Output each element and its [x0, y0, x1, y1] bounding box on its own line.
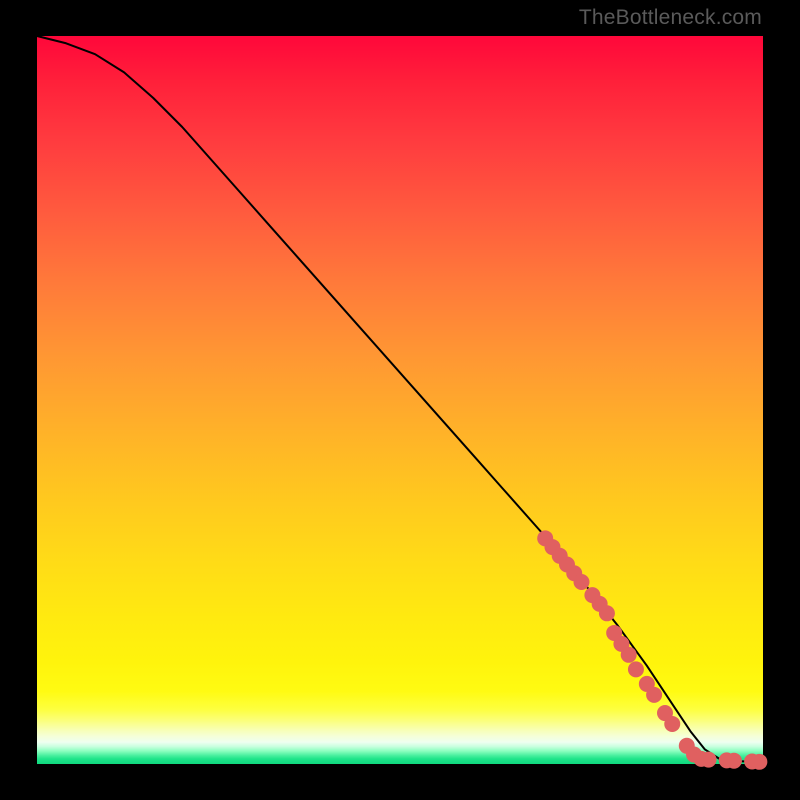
data-point	[646, 687, 662, 703]
curve-layer	[37, 36, 763, 762]
data-point	[628, 661, 644, 677]
data-point	[664, 716, 680, 732]
chart-svg	[37, 36, 763, 764]
data-point	[621, 647, 637, 663]
data-point	[751, 754, 767, 770]
bottleneck-curve	[37, 36, 763, 762]
data-point	[726, 753, 742, 769]
chart-frame: TheBottleneck.com	[0, 0, 800, 800]
watermark-text: TheBottleneck.com	[579, 6, 762, 30]
marker-layer	[537, 530, 767, 769]
data-point	[701, 752, 717, 768]
data-point	[574, 574, 590, 590]
data-point	[599, 605, 615, 621]
